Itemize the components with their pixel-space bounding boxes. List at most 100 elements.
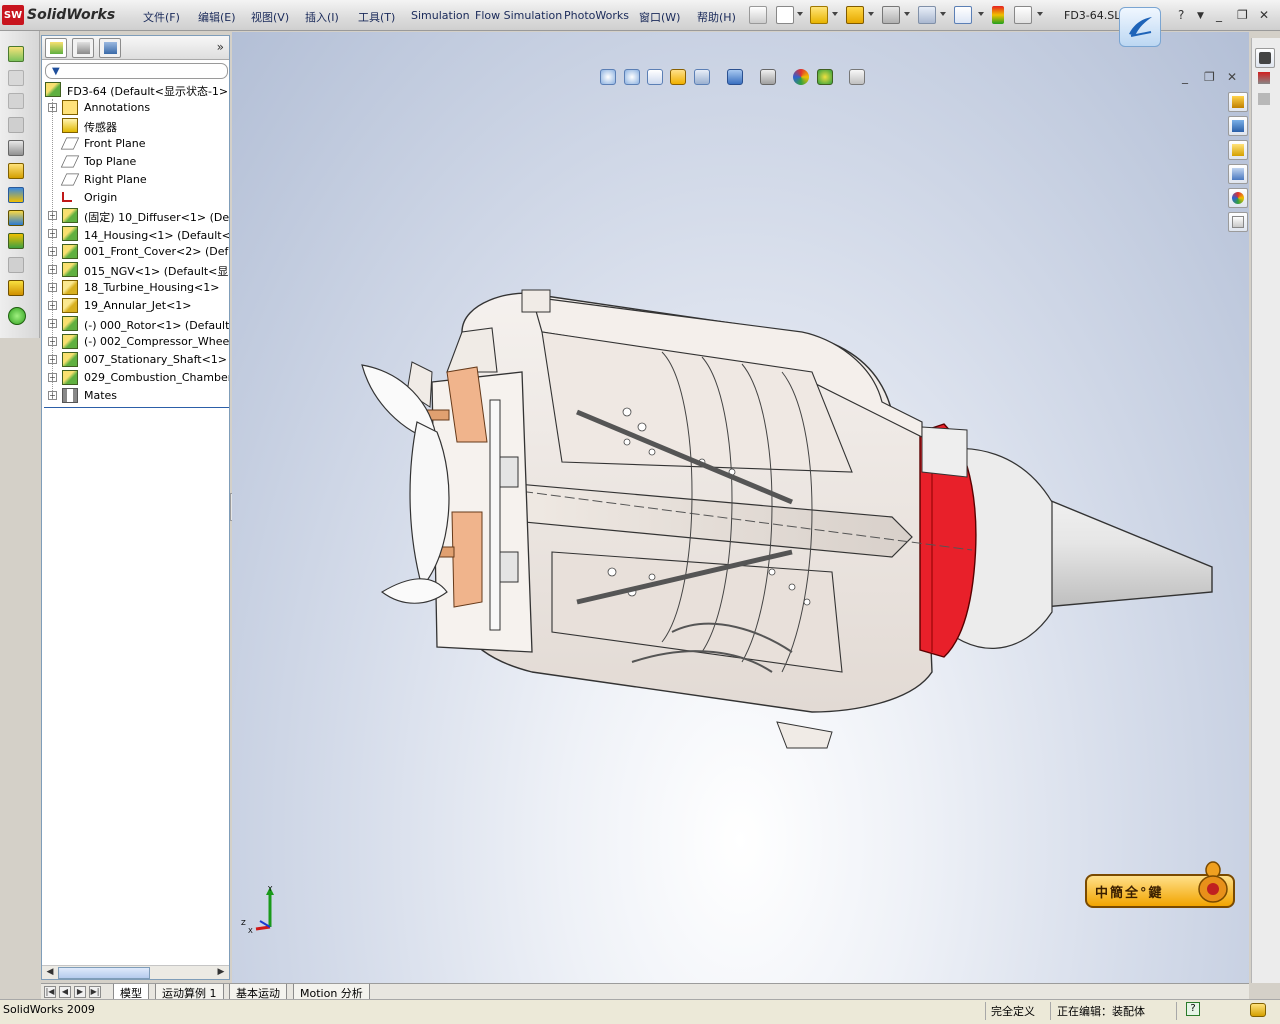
tree-item[interactable]: 传感器 [42,117,229,135]
viewport-close-button[interactable]: ✕ [1227,70,1237,84]
minimize-button[interactable]: _ [1216,8,1222,22]
new-motion-study-icon[interactable] [8,280,24,296]
options-dropdown-icon[interactable] [1037,12,1043,16]
menu-view[interactable]: 视图(V) [251,9,289,25]
viewport-minimize-button[interactable]: _ [1182,70,1188,84]
solidworks-logo[interactable]: SW SolidWorks [2,4,124,26]
save-icon[interactable] [846,6,864,24]
reference-geometry-icon[interactable] [8,257,24,273]
help-dropdown-icon[interactable]: ▼ [1197,11,1204,21]
next-tab-button[interactable]: ▶ [74,986,86,998]
tab-motion-analysis[interactable]: Motion 分析 [293,984,370,1000]
help-button[interactable]: ? [1178,8,1184,22]
bill-of-materials-icon[interactable] [8,307,26,325]
display-style-icon[interactable] [727,69,743,85]
scroll-right-icon[interactable]: ▶ [214,967,228,979]
solidworks-resources-icon[interactable] [1228,92,1248,112]
tab-basic-motion[interactable]: 基本运动 [229,984,287,1000]
edit-component-icon[interactable] [8,117,24,133]
menu-window[interactable]: 窗口(W) [639,9,680,25]
menu-flow-simulation[interactable]: Flow Simulation [475,9,562,22]
tree-item[interactable]: +19_Annular_Jet<1> [42,297,229,315]
rollback-bar[interactable] [44,407,229,408]
move-component-icon[interactable] [8,187,24,203]
ime-gourd-icon[interactable] [1196,858,1230,904]
tree-item[interactable]: + Mates [42,387,229,405]
tree-item[interactable]: +001_Front_Cover<2> (Defaul [42,243,229,261]
prev-tab-button[interactable]: ◀ [59,986,71,998]
menu-simulation[interactable]: Simulation [411,9,470,22]
quick-tips-icon[interactable] [1250,1003,1266,1017]
previous-view-icon[interactable] [647,69,663,85]
tree-item[interactable]: +015_NGV<1> (Default<显示状 [42,261,229,279]
tab-property-manager[interactable] [72,38,94,58]
select-dropdown-icon[interactable] [978,12,984,16]
pin-icon[interactable] [749,6,767,24]
scrollbar-thumb[interactable] [58,967,150,979]
feature-tree-filter[interactable]: ▼ [45,63,228,79]
first-tab-button[interactable]: |◀ [44,986,56,998]
tree-item[interactable]: +(-) 002_Compressor_Wheel<1 [42,333,229,351]
search-logo-icon[interactable] [1119,7,1161,47]
menu-file[interactable]: 文件(F) [143,9,180,25]
view-settings-icon[interactable] [849,69,865,85]
tree-item[interactable]: + Annotations [42,99,229,117]
close-button[interactable]: ✕ [1259,8,1269,22]
graphics-area[interactable]: _ ❐ ✕ [232,32,1249,983]
file-explorer-icon[interactable] [1228,140,1248,160]
edit-appearance-icon[interactable] [793,69,809,85]
view-orientation-icon[interactable] [694,69,710,85]
print-icon[interactable] [882,6,900,24]
component-pattern-icon[interactable] [8,163,24,179]
new-dropdown-icon[interactable] [797,12,803,16]
undo-icon[interactable] [918,6,936,24]
tab-configuration-manager[interactable] [99,38,121,58]
menu-help[interactable]: 帮助(H) [697,9,736,25]
open-folder-icon[interactable] [810,6,828,24]
tree-item[interactable]: +029_Combustion_Chamber<1 [42,369,229,387]
restore-button[interactable]: ❐ [1237,8,1248,22]
select-cursor-icon[interactable] [954,6,972,24]
change-transparency-icon[interactable] [8,93,24,109]
appearances-icon[interactable] [1228,188,1248,208]
menu-tools[interactable]: 工具(T) [358,9,395,25]
scroll-left-icon[interactable]: ◀ [43,967,57,979]
view-palette-icon[interactable] [1255,69,1275,89]
custom-properties-icon[interactable] [1228,212,1248,232]
hide-show-items-icon[interactable] [760,69,776,85]
collapse-panel-icon[interactable]: » [217,40,224,54]
tree-item[interactable]: Top Plane [42,153,229,171]
apply-scene-icon[interactable] [817,69,833,85]
last-tab-button[interactable]: ▶| [89,986,101,998]
options-icon[interactable] [1014,6,1032,24]
horizontal-scrollbar[interactable]: ◀ ▶ [42,965,229,979]
undo-dropdown-icon[interactable] [940,12,946,16]
viewport-restore-button[interactable]: ❐ [1204,70,1215,84]
insert-component-icon[interactable] [8,46,24,62]
menu-edit[interactable]: 编辑(E) [198,9,236,25]
tree-item[interactable]: Right Plane [42,171,229,189]
open-dropdown-icon[interactable] [832,12,838,16]
print-dropdown-icon[interactable] [904,12,910,16]
menu-insert[interactable]: 插入(I) [305,9,339,25]
section-view-icon[interactable] [670,69,686,85]
zoom-to-area-icon[interactable] [624,69,640,85]
tree-item[interactable]: +(-) 000_Rotor<1> (Default<显 [42,315,229,333]
tree-item[interactable]: +007_Stationary_Shaft<1> (De [42,351,229,369]
tab-motion-study-1[interactable]: 运动算例 1 [155,984,224,1000]
design-library-icon[interactable] [1228,116,1248,136]
smart-fasteners-icon[interactable] [8,210,24,226]
new-document-icon[interactable] [776,6,794,24]
tree-item[interactable]: +(固定) 10_Diffuser<1> (Defau [42,207,229,225]
menu-photoworks[interactable]: PhotoWorks [564,9,629,22]
help-status-icon[interactable]: ? [1186,1002,1200,1016]
rebuild-traffic-light-icon[interactable] [992,6,1004,24]
tree-item[interactable]: FD3-64 (Default<显示状态-1>) [42,81,229,99]
tree-item[interactable]: Origin [42,189,229,207]
zoom-to-fit-icon[interactable] [600,69,616,85]
tree-item[interactable]: +14_Housing<1> (Default<显示 [42,225,229,243]
assembly-features-icon[interactable] [8,233,24,249]
hide-show-icon[interactable] [8,70,24,86]
tab-feature-manager[interactable] [45,38,67,58]
save-dropdown-icon[interactable] [868,12,874,16]
